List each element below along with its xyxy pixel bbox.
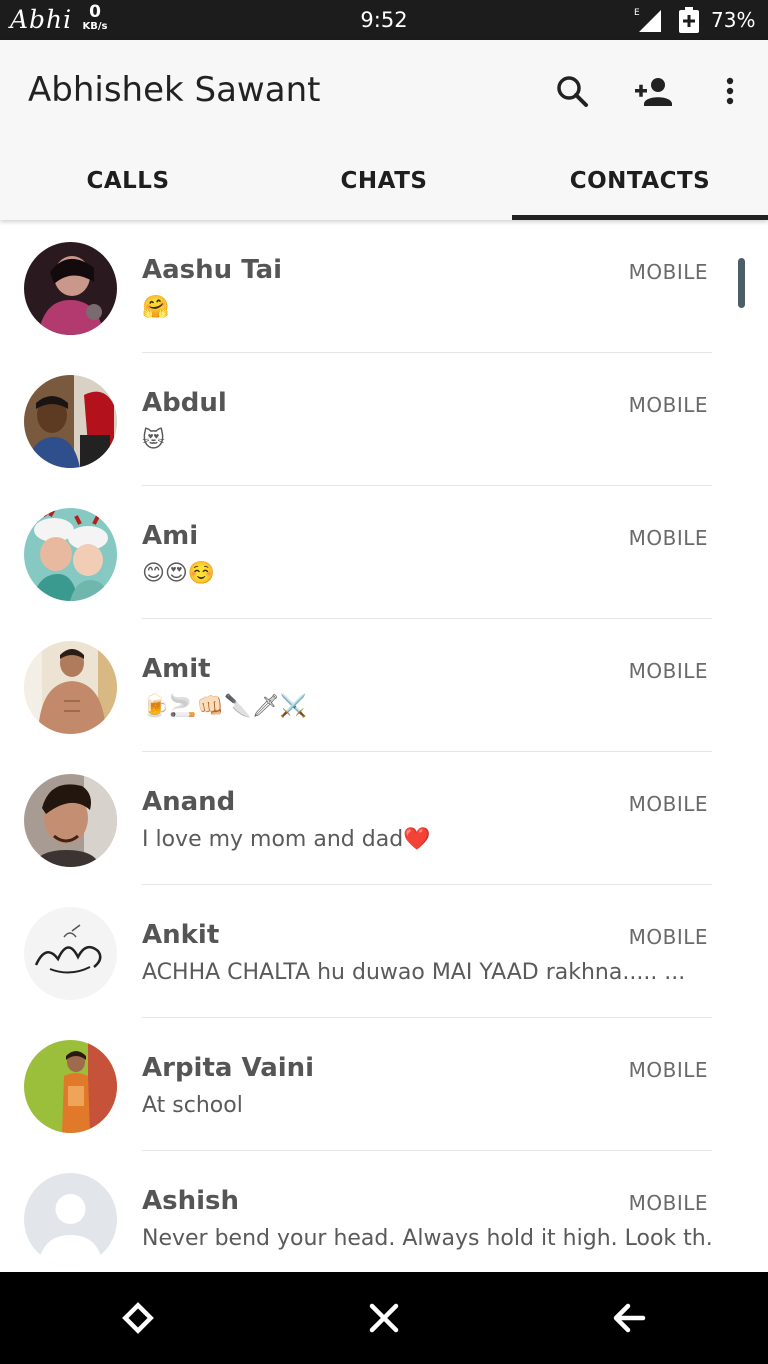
add-contact-icon[interactable] <box>634 72 674 112</box>
contact-row[interactable]: Ami MOBILE 😊😍☺️ <box>0 486 768 619</box>
tab-bar: CALLS CHATS CONTACTS <box>0 152 768 220</box>
app-title: Abhishek Sawant <box>28 70 321 110</box>
scrollbar-thumb[interactable] <box>738 258 745 308</box>
battery-percent: 73% <box>711 8 756 32</box>
close-icon[interactable] <box>364 1298 404 1338</box>
contact-status: 🤗 <box>142 295 170 320</box>
avatar <box>24 375 117 468</box>
contact-row[interactable]: Abdul MOBILE 😻 <box>0 353 768 486</box>
contact-row[interactable]: Amit MOBILE 🍺🚬👊🏻🔪🗡⚔️ <box>0 619 768 752</box>
contact-row[interactable]: Ankit MOBILE ACHHA CHALTA hu duwao MAI Y… <box>0 885 768 1018</box>
contact-name: Ami <box>142 521 199 551</box>
contact-name: Abdul <box>142 388 227 418</box>
avatar-placeholder-icon <box>24 1173 117 1266</box>
contact-name: Ankit <box>142 920 220 950</box>
search-icon[interactable] <box>552 72 592 112</box>
app-bar: Abhishek Sawant CALLS CHATS CONTACTS <box>0 40 768 220</box>
contact-name: Aashu Tai <box>142 255 283 285</box>
home-diamond-icon[interactable] <box>118 1298 158 1338</box>
back-arrow-icon[interactable] <box>609 1298 649 1338</box>
tab-calls[interactable]: CALLS <box>0 152 256 220</box>
contact-type: MOBILE <box>628 260 708 284</box>
contact-name: Arpita Vaini <box>142 1053 315 1083</box>
navigation-bar <box>0 1272 768 1364</box>
more-vert-icon[interactable] <box>710 72 750 112</box>
avatar <box>24 1040 117 1133</box>
contact-status: ACHHA CHALTA hu duwao MAI YAAD rakhna...… <box>142 960 686 985</box>
svg-text:E: E <box>634 8 640 18</box>
avatar <box>24 774 117 867</box>
contact-name: Ashish <box>142 1186 240 1216</box>
contact-status: 😊😍☺️ <box>142 561 216 586</box>
tab-chats[interactable]: CHATS <box>256 152 512 220</box>
contact-type: MOBILE <box>628 526 708 550</box>
avatar <box>24 907 117 1000</box>
contact-status: Never bend your head. Always hold it hig… <box>142 1226 712 1251</box>
contact-type: MOBILE <box>628 1058 708 1082</box>
contact-name: Anand <box>142 787 236 817</box>
contact-row[interactable]: Aashu Tai MOBILE 🤗 <box>0 220 768 353</box>
contact-row[interactable]: Ashish MOBILE Never bend your head. Alwa… <box>0 1151 768 1272</box>
contact-status: I love my mom and dad❤️ <box>142 827 431 852</box>
status-bar: Abhi 0 KB/s 9:52 E 73% <box>0 0 768 40</box>
contact-status: 🍺🚬👊🏻🔪🗡⚔️ <box>142 694 307 719</box>
tab-contacts[interactable]: CONTACTS <box>512 152 768 220</box>
contact-type: MOBILE <box>628 925 708 949</box>
contact-name: Amit <box>142 654 211 684</box>
contact-status: At school <box>142 1093 243 1118</box>
avatar <box>24 641 117 734</box>
signal-icon: E <box>633 6 663 34</box>
contact-type: MOBILE <box>628 792 708 816</box>
contact-type: MOBILE <box>628 659 708 683</box>
avatar <box>24 242 117 335</box>
contact-list[interactable]: Aashu Tai MOBILE 🤗 Abdul MOBILE 😻 Ami MO… <box>0 220 768 1272</box>
avatar <box>24 508 117 601</box>
battery-icon <box>679 7 699 33</box>
contact-type: MOBILE <box>628 1191 708 1215</box>
contact-row[interactable]: Arpita Vaini MOBILE At school <box>0 1018 768 1151</box>
contact-row[interactable]: Anand MOBILE I love my mom and dad❤️ <box>0 752 768 885</box>
contact-type: MOBILE <box>628 393 708 417</box>
contact-status: 😻 <box>142 428 165 453</box>
